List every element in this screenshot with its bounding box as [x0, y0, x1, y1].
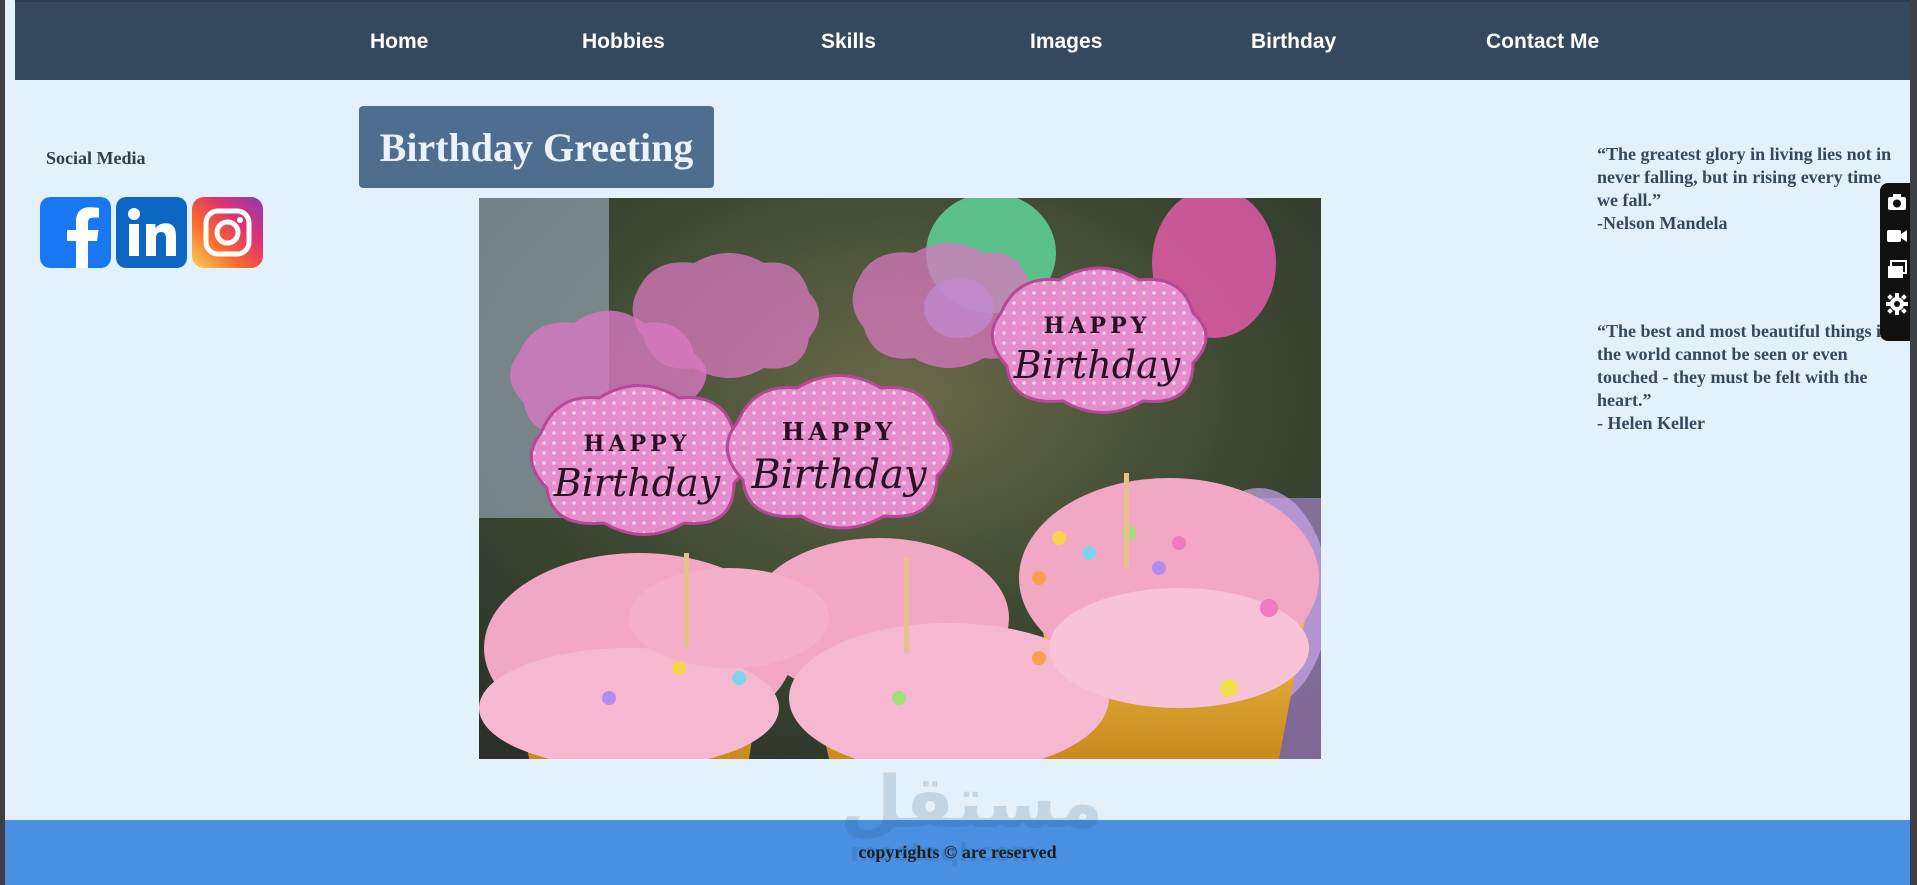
- quote-text: “The best and most beautiful things in t…: [1597, 321, 1892, 410]
- side-toolbar: [1880, 183, 1910, 341]
- video-icon[interactable]: [1886, 225, 1908, 247]
- instagram-icon[interactable]: [192, 197, 263, 268]
- topper-text-happy: HAPPY: [584, 431, 691, 457]
- screenshot-icon[interactable]: [1886, 191, 1908, 213]
- linkedin-icon[interactable]: [116, 197, 187, 268]
- page-title: Birthday Greeting: [379, 124, 694, 170]
- top-navigation: Home Hobbies Skills Images Birthday Cont…: [15, 0, 1910, 80]
- facebook-icon[interactable]: [40, 197, 111, 268]
- topper-text-birthday: Birthday: [553, 461, 721, 505]
- page-frame: Home Hobbies Skills Images Birthday Cont…: [5, 0, 1910, 885]
- footer: copyrights © are reserved: [5, 820, 1910, 885]
- nav-images[interactable]: Images: [1030, 30, 1102, 54]
- topper-text-birthday: Birthday: [750, 452, 928, 498]
- page-title-box: Birthday Greeting: [359, 106, 714, 188]
- quote-author: - Helen Keller: [1597, 413, 1705, 433]
- topper-text-happy: HAPPY: [1044, 313, 1151, 339]
- nav-contact-me[interactable]: Contact Me: [1486, 30, 1599, 54]
- quote-author: -Nelson Mandela: [1597, 213, 1728, 233]
- quote-keller: “The best and most beautiful things in t…: [1597, 320, 1897, 435]
- copyright-text: copyrights © are reserved: [858, 842, 1057, 862]
- nav-skills[interactable]: Skills: [821, 30, 876, 54]
- nav-hobbies[interactable]: Hobbies: [582, 30, 665, 54]
- topper-text-happy: HAPPY: [782, 417, 897, 446]
- nav-birthday[interactable]: Birthday: [1251, 30, 1336, 54]
- nav-home[interactable]: Home: [370, 30, 428, 54]
- birthday-cupcakes-image: HAPPY Birthday HAPPY Birthday HAPPY Birt…: [479, 198, 1321, 759]
- social-media-heading: Social Media: [46, 148, 146, 168]
- windows-icon[interactable]: [1886, 259, 1908, 281]
- settings-icon[interactable]: [1886, 293, 1908, 315]
- quote-text: “The greatest glory in living lies not i…: [1597, 144, 1892, 210]
- topper-text-birthday: Birthday: [1013, 343, 1181, 387]
- quote-mandela: “The greatest glory in living lies not i…: [1597, 143, 1897, 235]
